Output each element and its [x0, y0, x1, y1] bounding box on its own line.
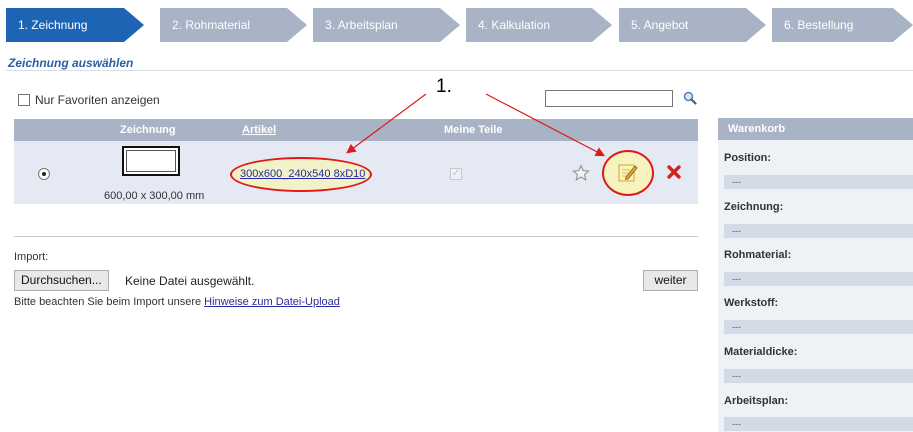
search-input[interactable]: [545, 90, 673, 107]
title-divider: [6, 70, 913, 71]
step-kalkulation[interactable]: 4. Kalkulation: [466, 8, 612, 42]
import-label: Import:: [14, 251, 49, 263]
file-status: Keine Datei ausgewählt.: [125, 274, 255, 288]
annotation-step-number: 1.: [436, 76, 452, 97]
page-title: Zeichnung auswählen: [8, 56, 134, 70]
cart-label-arbeitsplan: Arbeitsplan:: [724, 395, 789, 407]
drawing-thumbnail[interactable]: [122, 146, 180, 176]
favorites-filter[interactable]: Nur Favoriten anzeigen: [18, 93, 160, 107]
cart-label-position: Position:: [724, 152, 772, 164]
cart-title: Warenkorb: [718, 118, 913, 140]
browse-button[interactable]: Durchsuchen...: [14, 270, 109, 291]
cart-value-materialdicke: ---: [724, 369, 913, 383]
import-note-text: Bitte beachten Sie beim Import unsere: [14, 296, 202, 308]
import-note: Bitte beachten Sie beim Import unsere Hi…: [14, 296, 340, 308]
section-divider: [14, 236, 698, 237]
step-zeichnung[interactable]: 1. Zeichnung: [6, 8, 144, 42]
upload-hints-link[interactable]: Hinweise zum Datei-Upload: [204, 296, 340, 308]
step-angebot[interactable]: 5. Angebot: [619, 8, 766, 42]
cart-value-zeichnung: ---: [724, 224, 913, 238]
cart-label-werkstoff: Werkstoff:: [724, 297, 779, 309]
cart-label-zeichnung: Zeichnung:: [724, 201, 784, 213]
row-select-radio[interactable]: [38, 168, 50, 180]
step-rohmaterial[interactable]: 2. Rohmaterial: [160, 8, 307, 42]
artikel-link[interactable]: 300x600_240x540 8xD10: [240, 168, 365, 180]
column-header-zeichnung: Zeichnung: [120, 124, 176, 136]
cart-value-arbeitsplan: ---: [724, 417, 913, 431]
column-header-artikel[interactable]: Artikel: [242, 124, 276, 136]
step-wizard: 1. Zeichnung 2. Rohmaterial 3. Arbeitspl…: [0, 0, 913, 52]
cart-label-materialdicke: Materialdicke:: [724, 346, 798, 358]
cart-label-rohmaterial: Rohmaterial:: [724, 249, 792, 261]
meine-teile-checkbox: ✓: [450, 168, 462, 180]
cart-value-werkstoff: ---: [724, 320, 913, 334]
cart-value-position: ---: [724, 175, 913, 189]
cart-value-rohmaterial: ---: [724, 272, 913, 286]
column-header-meine-teile: Meine Teile: [444, 124, 503, 136]
star-icon[interactable]: [572, 164, 590, 182]
drawings-table-header: Zeichnung Artikel Meine Teile: [14, 119, 698, 141]
delete-icon[interactable]: [666, 164, 682, 180]
step-bestellung[interactable]: 6. Bestellung: [772, 8, 913, 42]
favorites-label: Nur Favoriten anzeigen: [35, 93, 160, 107]
drawing-dimensions: 600,00 x 300,00 mm: [104, 190, 205, 202]
search-icon[interactable]: [683, 91, 697, 105]
favorites-checkbox[interactable]: [18, 94, 30, 106]
step-arbeitsplan[interactable]: 3. Arbeitsplan: [313, 8, 460, 42]
edit-icon[interactable]: [617, 162, 638, 183]
weiter-button[interactable]: weiter: [643, 270, 698, 291]
